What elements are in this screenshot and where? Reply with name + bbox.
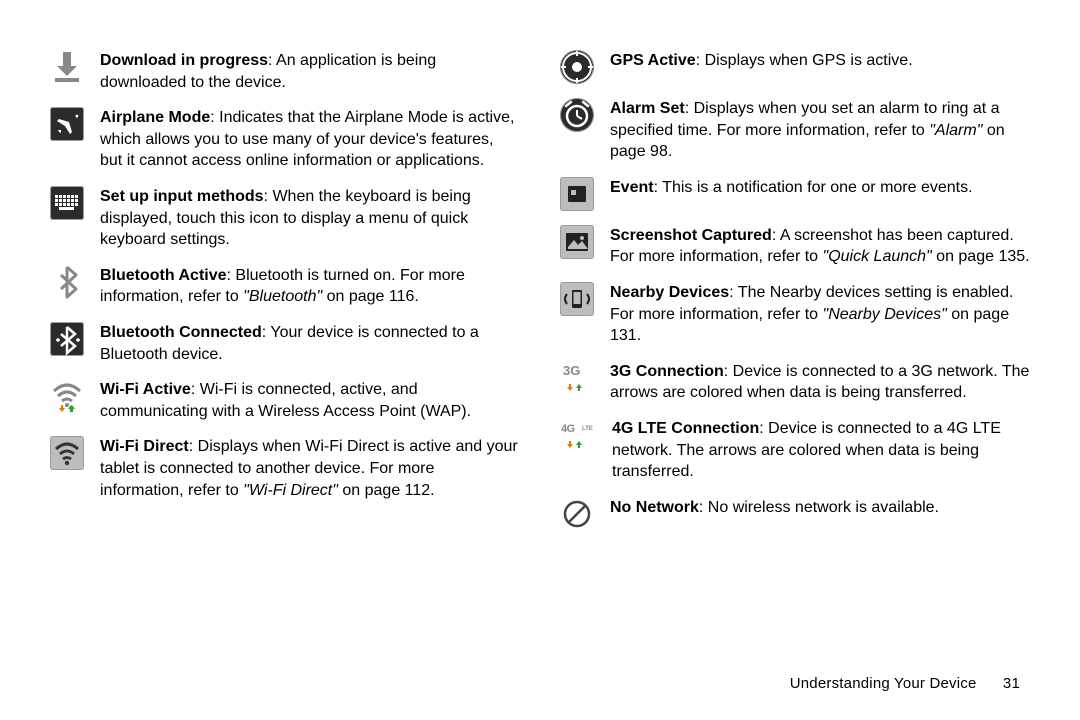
bt-conn-icon: [50, 322, 84, 356]
cross-reference: "Quick Launch": [823, 248, 932, 265]
indicator-title: Download in progress: [100, 52, 268, 69]
4g-icon: 4G LTE: [560, 418, 596, 452]
indicator-tail: on page 116.: [322, 288, 419, 305]
indicator-description: Event: This is a notification for one or…: [610, 177, 1030, 211]
indicator-entry: GPS Active: Displays when GPS is active.: [560, 50, 1030, 84]
alarm-icon: [560, 98, 594, 132]
indicator-entry: Alarm Set: Displays when you set an alar…: [560, 98, 1030, 163]
indicator-entry: Wi-Fi Active: Wi-Fi is connected, active…: [50, 379, 520, 422]
indicator-body: : No wireless network is available.: [699, 499, 939, 516]
indicator-description: Nearby Devices: The Nearby devices setti…: [610, 282, 1030, 347]
cross-reference: "Wi-Fi Direct": [243, 482, 338, 499]
indicator-body: : Displays when GPS is active.: [696, 52, 913, 69]
indicator-description: Screenshot Captured: A screenshot has be…: [610, 225, 1030, 268]
keyboard-icon: [50, 186, 84, 220]
nearby-icon: [560, 282, 594, 316]
indicator-title: GPS Active: [610, 52, 696, 69]
indicator-description: 4G LTE Connection: Device is connected t…: [612, 418, 1030, 483]
indicator-entry: Wi-Fi Direct: Displays when Wi-Fi Direct…: [50, 436, 520, 501]
indicator-title: 4G LTE Connection: [612, 420, 759, 437]
indicator-entry: No Network: No wireless network is avail…: [560, 497, 1030, 531]
indicator-title: Screenshot Captured: [610, 227, 772, 244]
cross-reference: "Bluetooth": [243, 288, 322, 305]
svg-text:LTE: LTE: [582, 426, 593, 432]
indicator-entry: Bluetooth Active: Bluetooth is turned on…: [50, 265, 520, 308]
no-net-icon: [560, 497, 594, 531]
indicator-entry: Screenshot Captured: A screenshot has be…: [560, 225, 1030, 268]
indicator-title: Wi-Fi Direct: [100, 438, 189, 455]
indicator-entry: Download in progress: An application is …: [50, 50, 520, 93]
indicator-entry: Event: This is a notification for one or…: [560, 177, 1030, 211]
indicator-title: Set up input methods: [100, 188, 264, 205]
indicator-description: Airplane Mode: Indicates that the Airpla…: [100, 107, 520, 172]
indicator-description: Set up input methods: When the keyboard …: [100, 186, 520, 251]
gps-icon: [560, 50, 594, 84]
indicator-entry: 4G LTE 4G LTE Connection: Device is connec…: [560, 418, 1030, 483]
airplane-icon: [50, 107, 84, 141]
indicator-entry: Bluetooth Connected: Your device is conn…: [50, 322, 520, 365]
cross-reference: "Nearby Devices": [823, 306, 947, 323]
indicator-description: Wi-Fi Active: Wi-Fi is connected, active…: [100, 379, 520, 422]
indicator-title: No Network: [610, 499, 699, 516]
indicator-description: GPS Active: Displays when GPS is active.: [610, 50, 1030, 84]
indicator-description: Alarm Set: Displays when you set an alar…: [610, 98, 1030, 163]
svg-text:3G: 3G: [563, 363, 580, 378]
page-footer: Understanding Your Device 31: [790, 675, 1020, 692]
indicator-description: Wi-Fi Direct: Displays when Wi-Fi Direct…: [100, 436, 520, 501]
left-column: Download in progress: An application is …: [50, 50, 520, 545]
indicator-description: No Network: No wireless network is avail…: [610, 497, 1030, 531]
3g-icon: 3G: [560, 361, 594, 395]
indicator-title: Airplane Mode: [100, 109, 210, 126]
wifi-active-icon: [50, 379, 84, 413]
right-column: GPS Active: Displays when GPS is active.…: [560, 50, 1030, 545]
screenshot-icon: [560, 225, 594, 259]
svg-text:4G: 4G: [561, 423, 575, 435]
bt-icon: [50, 265, 84, 299]
indicator-title: 3G Connection: [610, 363, 724, 380]
indicator-title: Bluetooth Connected: [100, 324, 262, 341]
download-icon: [50, 50, 84, 84]
indicator-entry: 3G 3G Connection: Device is connected to …: [560, 361, 1030, 404]
indicator-tail: on page 135.: [932, 248, 1030, 265]
indicator-description: Bluetooth Connected: Your device is conn…: [100, 322, 520, 365]
indicator-description: Bluetooth Active: Bluetooth is turned on…: [100, 265, 520, 308]
indicator-entry: Airplane Mode: Indicates that the Airpla…: [50, 107, 520, 172]
page-body: Download in progress: An application is …: [0, 0, 1080, 545]
indicator-description: Download in progress: An application is …: [100, 50, 520, 93]
indicator-body: : This is a notification for one or more…: [654, 179, 973, 196]
indicator-entry: Nearby Devices: The Nearby devices setti…: [560, 282, 1030, 347]
indicator-title: Nearby Devices: [610, 284, 729, 301]
indicator-tail: on page 112.: [338, 482, 435, 499]
footer-page-number: 31: [1003, 675, 1020, 692]
indicator-title: Bluetooth Active: [100, 267, 227, 284]
cross-reference: "Alarm": [929, 122, 982, 139]
indicator-description: 3G Connection: Device is connected to a …: [610, 361, 1030, 404]
wifi-direct-icon: [50, 436, 84, 470]
event-icon: [560, 177, 594, 211]
indicator-title: Wi-Fi Active: [100, 381, 191, 398]
footer-section: Understanding Your Device: [790, 675, 977, 692]
indicator-title: Alarm Set: [610, 100, 685, 117]
indicator-title: Event: [610, 179, 654, 196]
indicator-entry: Set up input methods: When the keyboard …: [50, 186, 520, 251]
